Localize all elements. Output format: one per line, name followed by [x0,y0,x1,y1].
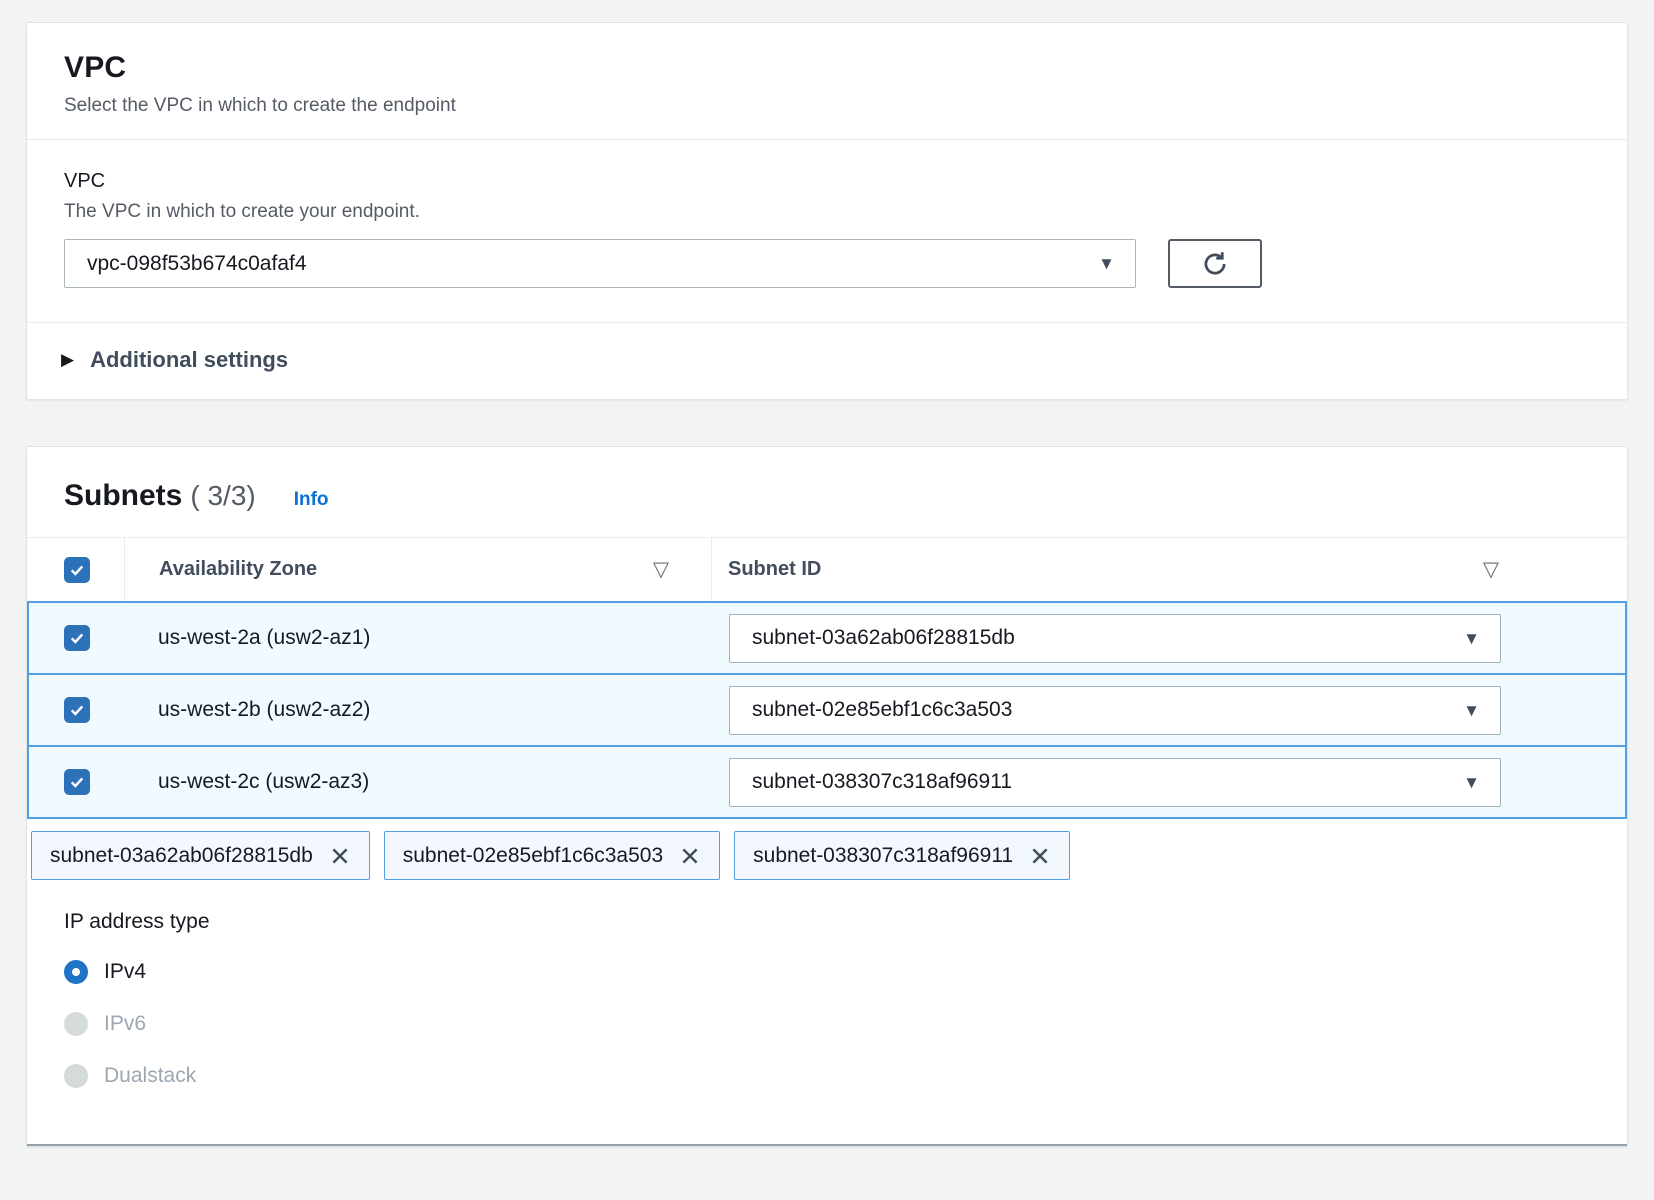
caret-down-icon: ▼ [1463,702,1480,719]
vpc-field-help: The VPC in which to create your endpoint… [64,201,1590,223]
subnets-count: ( 3/3) [190,480,255,512]
radio-button-selected[interactable] [64,960,88,984]
subnet-token-label: subnet-038307c318af96911 [753,844,1013,868]
check-icon [68,629,86,647]
column-header-subnet-id[interactable]: Subnet ID ▽ [711,538,1627,601]
sort-icon[interactable]: ▽ [1483,557,1499,582]
refresh-button[interactable] [1168,239,1262,288]
subnet-select-cell: subnet-038307c318af96911 ▼ [711,758,1625,807]
table-row[interactable]: us-west-2a (usw2-az1) subnet-03a62ab06f2… [29,601,1625,673]
row-checkbox-cell [29,697,124,723]
subnet-token: subnet-02e85ebf1c6c3a503 [384,831,720,880]
vpc-select[interactable]: vpc-098f53b674c0afaf4 ▼ [64,239,1136,288]
row-checkbox[interactable] [64,625,90,651]
subnet-token: subnet-038307c318af96911 [734,831,1070,880]
additional-settings-expander[interactable]: ▶ Additional settings [27,323,1627,399]
radio-button-disabled [64,1064,88,1088]
vpc-card-body: VPC The VPC in which to create your endp… [27,140,1627,322]
subnet-select[interactable]: subnet-02e85ebf1c6c3a503 ▼ [729,686,1501,735]
availability-zone-cell: us-west-2b (usw2-az2) [124,698,711,722]
subnet-token-label: subnet-02e85ebf1c6c3a503 [403,844,663,868]
column-header-label: Subnet ID [728,558,821,581]
close-icon [329,845,351,867]
table-row[interactable]: us-west-2b (usw2-az2) subnet-02e85ebf1c6… [29,673,1625,745]
subnet-select-value: subnet-038307c318af96911 [752,770,1463,794]
vpc-card-header: VPC Select the VPC in which to create th… [27,23,1627,139]
refresh-icon [1200,249,1230,279]
card-bottom-edge [27,1090,1627,1146]
subnet-select-value: subnet-02e85ebf1c6c3a503 [752,698,1463,722]
subnets-table-header: Availability Zone ▽ Subnet ID ▽ [27,537,1627,601]
availability-zone-cell: us-west-2a (usw2-az1) [124,626,711,650]
row-checkbox[interactable] [64,769,90,795]
subnet-select-cell: subnet-02e85ebf1c6c3a503 ▼ [711,686,1625,735]
row-checkbox[interactable] [64,697,90,723]
availability-zone-cell: us-west-2c (usw2-az3) [124,770,711,794]
radio-label: IPv4 [104,960,146,984]
radio-option-ipv6: IPv6 [64,1010,1590,1038]
sort-icon[interactable]: ▽ [653,557,669,582]
radio-option-dualstack: Dualstack [64,1062,1590,1090]
subnet-select[interactable]: subnet-038307c318af96911 ▼ [729,758,1501,807]
radio-button-disabled [64,1012,88,1036]
close-icon [1029,845,1051,867]
subnet-token: subnet-03a62ab06f28815db [31,831,370,880]
page: VPC Select the VPC in which to create th… [0,0,1654,1147]
ip-address-type-section: IP address type IPv4 IPv6 Dualstack [27,880,1627,1090]
select-all-checkbox[interactable] [64,557,90,583]
caret-down-icon: ▼ [1463,774,1480,791]
radio-label: Dualstack [104,1064,196,1088]
close-icon [679,845,701,867]
subnet-select-value: subnet-03a62ab06f28815db [752,626,1463,650]
row-checkbox-cell [29,625,124,651]
subnets-card: Subnets ( 3/3) Info Availability Zone ▽ … [26,446,1628,1147]
selected-subnet-tokens: subnet-03a62ab06f28815db subnet-02e85ebf… [31,831,1627,880]
vpc-card: VPC Select the VPC in which to create th… [26,22,1628,400]
info-link[interactable]: Info [294,489,329,511]
check-icon [68,561,86,579]
caret-down-icon: ▼ [1463,630,1480,647]
subnet-token-label: subnet-03a62ab06f28815db [50,844,313,868]
row-checkbox-cell [29,769,124,795]
radio-label: IPv6 [104,1012,146,1036]
subnet-select[interactable]: subnet-03a62ab06f28815db ▼ [729,614,1501,663]
vpc-field-label: VPC [64,170,1590,193]
token-dismiss-button[interactable] [679,845,701,867]
vpc-card-subtitle: Select the VPC in which to create the en… [64,95,1590,117]
caret-down-icon: ▼ [1098,255,1115,272]
check-icon [68,701,86,719]
radio-option-ipv4[interactable]: IPv4 [64,958,1590,986]
vpc-select-row: vpc-098f53b674c0afaf4 ▼ [64,239,1590,288]
select-all-cell [27,538,124,601]
ip-address-type-label: IP address type [64,910,1590,934]
subnets-table-rows: us-west-2a (usw2-az1) subnet-03a62ab06f2… [27,601,1627,819]
additional-settings-label: Additional settings [90,347,288,373]
subnet-select-cell: subnet-03a62ab06f28815db ▼ [711,614,1625,663]
column-header-label: Availability Zone [159,558,317,581]
expand-right-icon: ▶ [61,350,74,370]
check-icon [68,773,86,791]
subnets-title: Subnets [64,479,182,513]
vpc-select-value: vpc-098f53b674c0afaf4 [87,252,1098,276]
vpc-card-title: VPC [64,51,1590,85]
table-row[interactable]: us-west-2c (usw2-az3) subnet-038307c318a… [29,745,1625,817]
token-dismiss-button[interactable] [329,845,351,867]
subnets-card-header: Subnets ( 3/3) Info [27,447,1627,537]
column-header-availability-zone[interactable]: Availability Zone ▽ [124,538,711,601]
token-dismiss-button[interactable] [1029,845,1051,867]
